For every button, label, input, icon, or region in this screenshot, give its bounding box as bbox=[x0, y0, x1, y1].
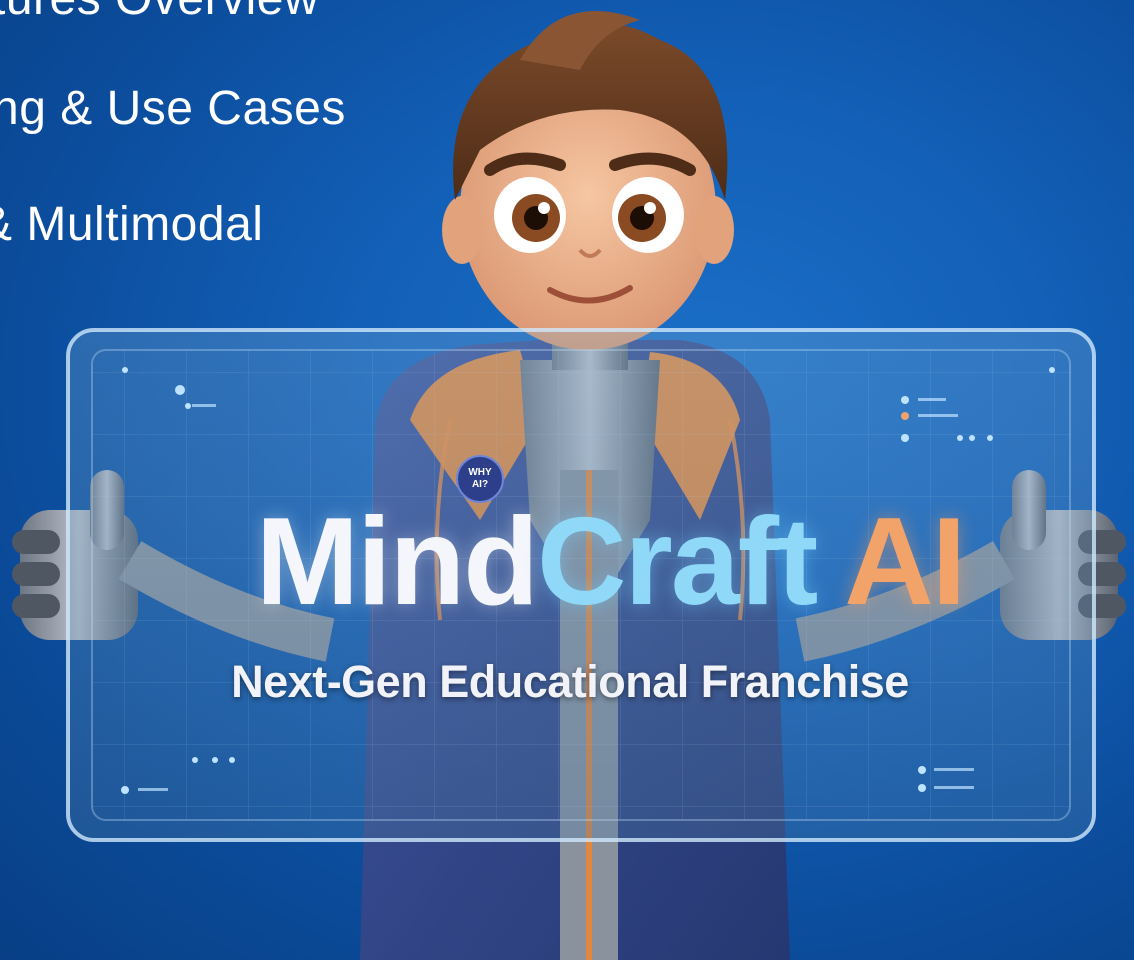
brand-title-ai: AI bbox=[816, 493, 966, 631]
brand-subtitle: Next-Gen Educational Franchise bbox=[231, 656, 909, 707]
mascot-illustration bbox=[12, 11, 1126, 960]
badge-line-1: WHY bbox=[468, 467, 492, 478]
brand-title-craft: Craft bbox=[537, 493, 818, 631]
brand-title-mind: Mind bbox=[255, 493, 539, 631]
badge-line-2: AI? bbox=[471, 479, 489, 490]
mascot-head bbox=[442, 11, 734, 350]
brand-title: MindCraft AI bbox=[190, 500, 1030, 624]
